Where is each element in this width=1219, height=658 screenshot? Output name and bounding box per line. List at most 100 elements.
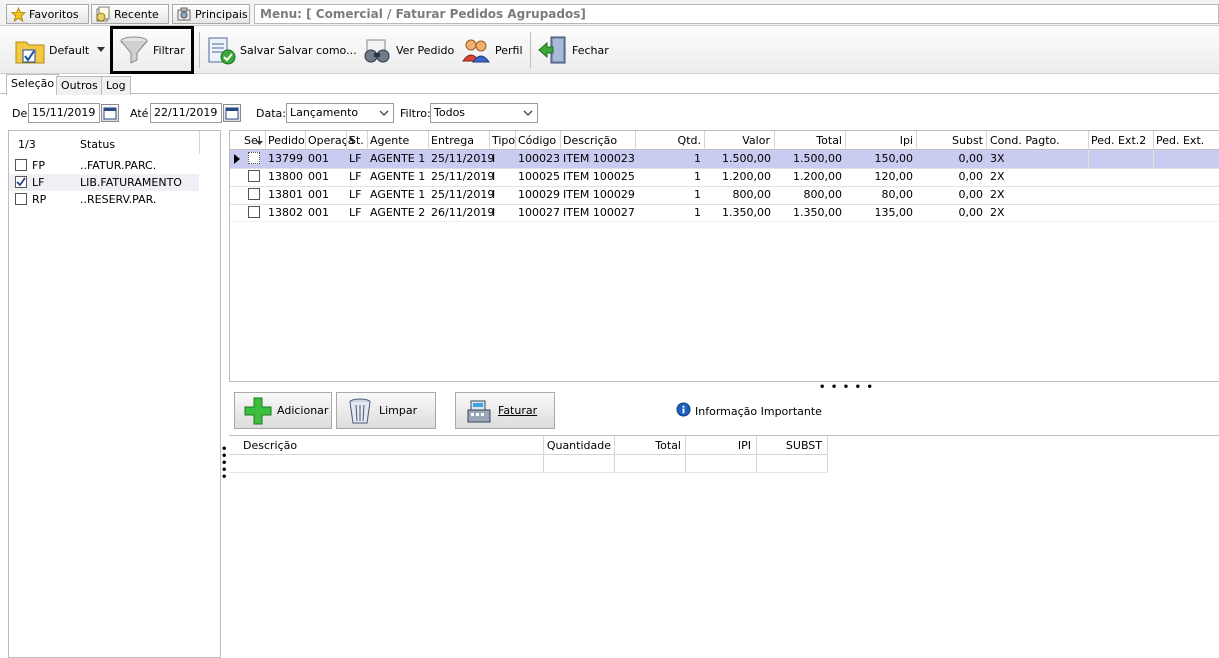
col-ped-ext[interactable]: Ped. Ext. bbox=[1156, 134, 1204, 147]
cell-operacao: 001 bbox=[308, 188, 329, 201]
col-tipo[interactable]: Tipo bbox=[492, 134, 515, 147]
cell-tipo: I bbox=[492, 152, 496, 165]
ate-date-input[interactable]: 22/11/2019 bbox=[150, 103, 222, 123]
status-row-fp[interactable]: FP ..FATUR.PARC. bbox=[9, 157, 199, 174]
de-date-input[interactable]: 15/11/2019 bbox=[28, 103, 100, 123]
col-entrega[interactable]: Entrega bbox=[431, 134, 474, 147]
col-subst[interactable]: Subst bbox=[917, 134, 983, 147]
status-column-header[interactable]: Status bbox=[80, 138, 115, 158]
salvar-como-button[interactable]: Salvar como... bbox=[278, 26, 357, 74]
data-select[interactable]: Lançamento bbox=[286, 103, 394, 123]
folder-check-icon bbox=[14, 34, 46, 66]
col-ped-ext2[interactable]: Ped. Ext.2 bbox=[1091, 134, 1146, 147]
default-dropdown-arrow[interactable] bbox=[96, 26, 106, 74]
splitter-grip[interactable]: • • • • • bbox=[819, 382, 874, 393]
cell-codigo: 100023 bbox=[518, 152, 560, 165]
status-checkbox-lf[interactable] bbox=[15, 176, 27, 188]
col-descricao[interactable]: Descrição bbox=[243, 439, 297, 452]
star-icon bbox=[10, 6, 26, 22]
col-total[interactable]: Total bbox=[775, 134, 842, 147]
cell-codigo: 100025 bbox=[518, 170, 560, 183]
tab-principais-label: Principais bbox=[195, 7, 248, 21]
col-agente[interactable]: Agente bbox=[370, 134, 409, 147]
tab-recente-label: Recente bbox=[114, 7, 159, 21]
cell-subst: 0,00 bbox=[958, 206, 984, 219]
fechar-label: Fechar bbox=[572, 43, 609, 57]
tab-selecao[interactable]: Seleção bbox=[6, 74, 60, 95]
vertical-splitter-grip[interactable]: • • • • • bbox=[221, 445, 227, 483]
cell-st: LF bbox=[349, 206, 362, 219]
adicionar-button[interactable]: Adicionar bbox=[234, 392, 332, 429]
cell-cond-pagto: 2X bbox=[990, 206, 1005, 219]
col-ipi[interactable]: IPI bbox=[687, 439, 751, 452]
salvar-label: Salvar bbox=[240, 43, 275, 57]
save-document-icon bbox=[205, 34, 237, 66]
status-row-lf[interactable]: LF LIB.FATURAMENTO bbox=[9, 174, 199, 191]
table-row[interactable]: 13799 001 LF AGENTE 1 25/11/2019 I 10002… bbox=[230, 150, 1219, 168]
row-select-checkbox[interactable] bbox=[248, 170, 260, 182]
col-operacao[interactable]: Operaçã bbox=[308, 134, 354, 147]
cell-st: LF bbox=[349, 188, 362, 201]
col-total[interactable]: Total bbox=[616, 439, 681, 452]
fechar-button[interactable]: Fechar bbox=[537, 26, 609, 74]
col-subst[interactable]: SUBST bbox=[758, 439, 822, 452]
status-checkbox-fp[interactable] bbox=[15, 159, 27, 171]
calendar-icon bbox=[103, 107, 117, 120]
orders-grid: Sel Pedido Operaçã St. Agente Entrega Ti… bbox=[229, 130, 1219, 382]
column-divider bbox=[489, 131, 490, 150]
page-tabs: Seleção Outros Log bbox=[0, 74, 1219, 95]
cell-operacao: 001 bbox=[308, 152, 329, 165]
status-checkbox-rp[interactable] bbox=[15, 193, 27, 205]
tab-log[interactable]: Log bbox=[101, 76, 131, 95]
cell-total: 1.200,00 bbox=[793, 170, 842, 183]
status-row-rp[interactable]: RP ..RESERV.PAR. bbox=[9, 191, 199, 208]
de-label: De bbox=[12, 107, 28, 120]
col-cond-pagto[interactable]: Cond. Pagto. bbox=[990, 134, 1060, 147]
binoculars-icon bbox=[361, 34, 393, 66]
table-row[interactable]: 13800 001 LF AGENTE 1 25/11/2019 I 10002… bbox=[230, 168, 1219, 186]
column-divider bbox=[367, 131, 368, 150]
ate-calendar-button[interactable] bbox=[223, 104, 241, 122]
data-label: Data: bbox=[256, 107, 286, 120]
cell-codigo: 100027 bbox=[518, 206, 560, 219]
col-codigo[interactable]: Código bbox=[518, 134, 556, 147]
ver-pedido-button[interactable]: Ver Pedido bbox=[361, 26, 454, 74]
default-profile-button[interactable]: Default bbox=[14, 26, 89, 74]
row-select-checkbox[interactable] bbox=[248, 206, 260, 218]
column-divider bbox=[1153, 131, 1154, 150]
col-qtd[interactable]: Qtd. bbox=[636, 134, 701, 147]
cell-valor: 1.500,00 bbox=[722, 152, 771, 165]
col-descricao[interactable]: Descrição bbox=[563, 134, 617, 147]
recent-documents-icon bbox=[95, 6, 111, 22]
informacao-importante-link[interactable]: Informação Importante bbox=[676, 402, 822, 420]
cell-cond-pagto: 3X bbox=[990, 152, 1005, 165]
salvar-como-label: Salvar como... bbox=[278, 43, 357, 57]
tab-recente[interactable]: Recente bbox=[91, 4, 169, 24]
horizontal-splitter[interactable] bbox=[229, 381, 1219, 388]
perfil-button[interactable]: Perfil bbox=[460, 26, 523, 74]
sort-arrow-icon bbox=[256, 136, 263, 149]
row-select-checkbox[interactable] bbox=[248, 152, 260, 164]
filtro-select[interactable]: Todos bbox=[430, 103, 538, 123]
column-divider bbox=[1088, 131, 1089, 150]
de-calendar-button[interactable] bbox=[101, 104, 119, 122]
header-divider bbox=[229, 454, 828, 455]
col-st[interactable]: St. bbox=[349, 134, 364, 147]
col-pedido[interactable]: Pedido bbox=[268, 134, 305, 147]
col-valor[interactable]: Valor bbox=[705, 134, 770, 147]
status-counter: 1/3 bbox=[18, 138, 36, 151]
salvar-button[interactable]: Salvar bbox=[205, 26, 275, 74]
col-quantidade[interactable]: Quantidade bbox=[545, 439, 611, 452]
cell-total: 1.350,00 bbox=[793, 206, 842, 219]
tab-outros[interactable]: Outros bbox=[56, 76, 103, 95]
row-select-checkbox[interactable] bbox=[248, 188, 260, 200]
cell-pedido: 13801 bbox=[268, 188, 303, 201]
col-ipi[interactable]: Ipi bbox=[846, 134, 913, 147]
table-row[interactable]: 13802 001 LF AGENTE 2 26/11/2019 I 10002… bbox=[230, 204, 1219, 222]
row-pointer-icon bbox=[234, 154, 240, 167]
faturar-button[interactable]: Faturar bbox=[455, 392, 555, 429]
limpar-button[interactable]: Limpar bbox=[336, 392, 436, 429]
table-row[interactable]: 13801 001 LF AGENTE 1 25/11/2019 I 10002… bbox=[230, 186, 1219, 204]
tab-principais[interactable]: Principais bbox=[172, 4, 250, 24]
tab-favoritos[interactable]: Favoritos bbox=[6, 4, 89, 24]
